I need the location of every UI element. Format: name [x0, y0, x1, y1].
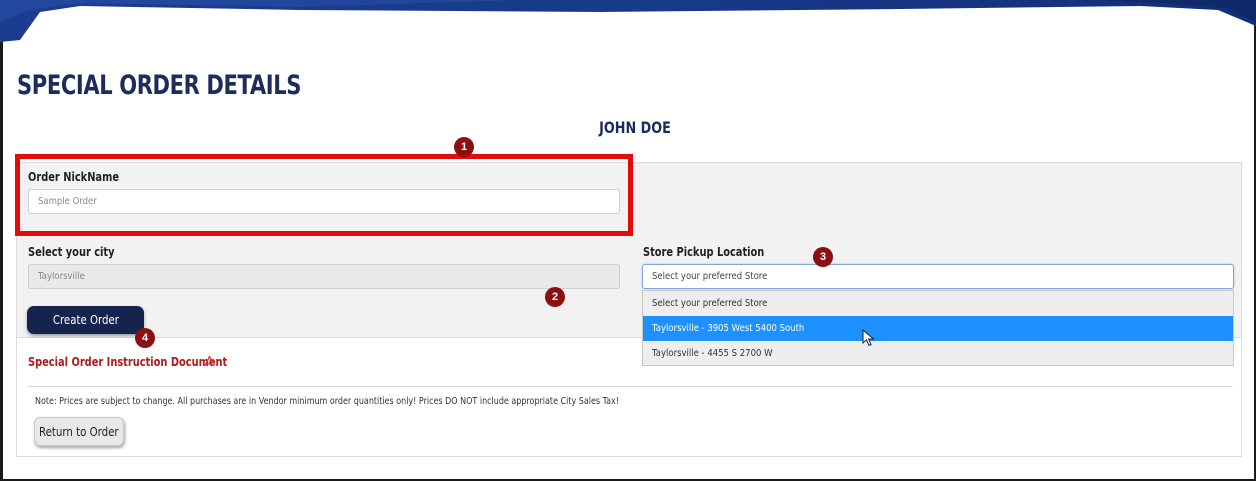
- city-input[interactable]: Taylorsville: [28, 264, 620, 289]
- nickname-highlight-box: [15, 154, 633, 236]
- store-option-placeholder[interactable]: Select your preferred Store: [643, 291, 1233, 316]
- step-marker-3: 3: [813, 247, 833, 267]
- section-divider: [27, 386, 1233, 387]
- return-to-order-label: Return to Order: [39, 424, 119, 439]
- header-banner: [0, 0, 1256, 42]
- step-marker-4: 4: [135, 328, 155, 348]
- city-label: Select your city: [28, 245, 115, 259]
- create-order-button[interactable]: Create Order: [27, 306, 144, 334]
- panel-border-right: [1241, 338, 1242, 456]
- create-order-label: Create Order: [52, 313, 119, 327]
- pdf-icon: [203, 355, 216, 367]
- city-value: Taylorsville: [38, 271, 85, 282]
- page-title: SPECIAL ORDER DETAILS: [17, 70, 302, 101]
- pricing-note: Note: Prices are subject to change. All …: [35, 396, 619, 407]
- step-marker-1: 1: [454, 137, 474, 157]
- return-to-order-button[interactable]: Return to Order: [34, 417, 124, 446]
- panel-border-bottom: [16, 456, 1242, 457]
- store-label: Store Pickup Location: [643, 245, 765, 259]
- panel-border-left: [16, 338, 17, 456]
- customer-name: JOHN DOE: [599, 118, 671, 137]
- store-option-3905-west[interactable]: Taylorsville - 3905 West 5400 South: [643, 316, 1233, 341]
- store-dropdown-list: Select your preferred Store Taylorsville…: [642, 290, 1234, 366]
- step-marker-2: 2: [545, 287, 565, 307]
- store-option-label: Taylorsville - 4455 S 2700 W: [652, 348, 773, 359]
- store-option-4455-s[interactable]: Taylorsville - 4455 S 2700 W: [643, 341, 1233, 366]
- store-option-label: Taylorsville - 3905 West 5400 South: [652, 323, 805, 334]
- store-option-label: Select your preferred Store: [652, 298, 768, 309]
- mouse-pointer-icon: [862, 329, 875, 347]
- instruction-document-link[interactable]: Special Order Instruction Document: [28, 355, 227, 369]
- store-select[interactable]: Select your preferred Store: [642, 264, 1234, 289]
- store-select-value: Select your preferred Store: [652, 271, 768, 282]
